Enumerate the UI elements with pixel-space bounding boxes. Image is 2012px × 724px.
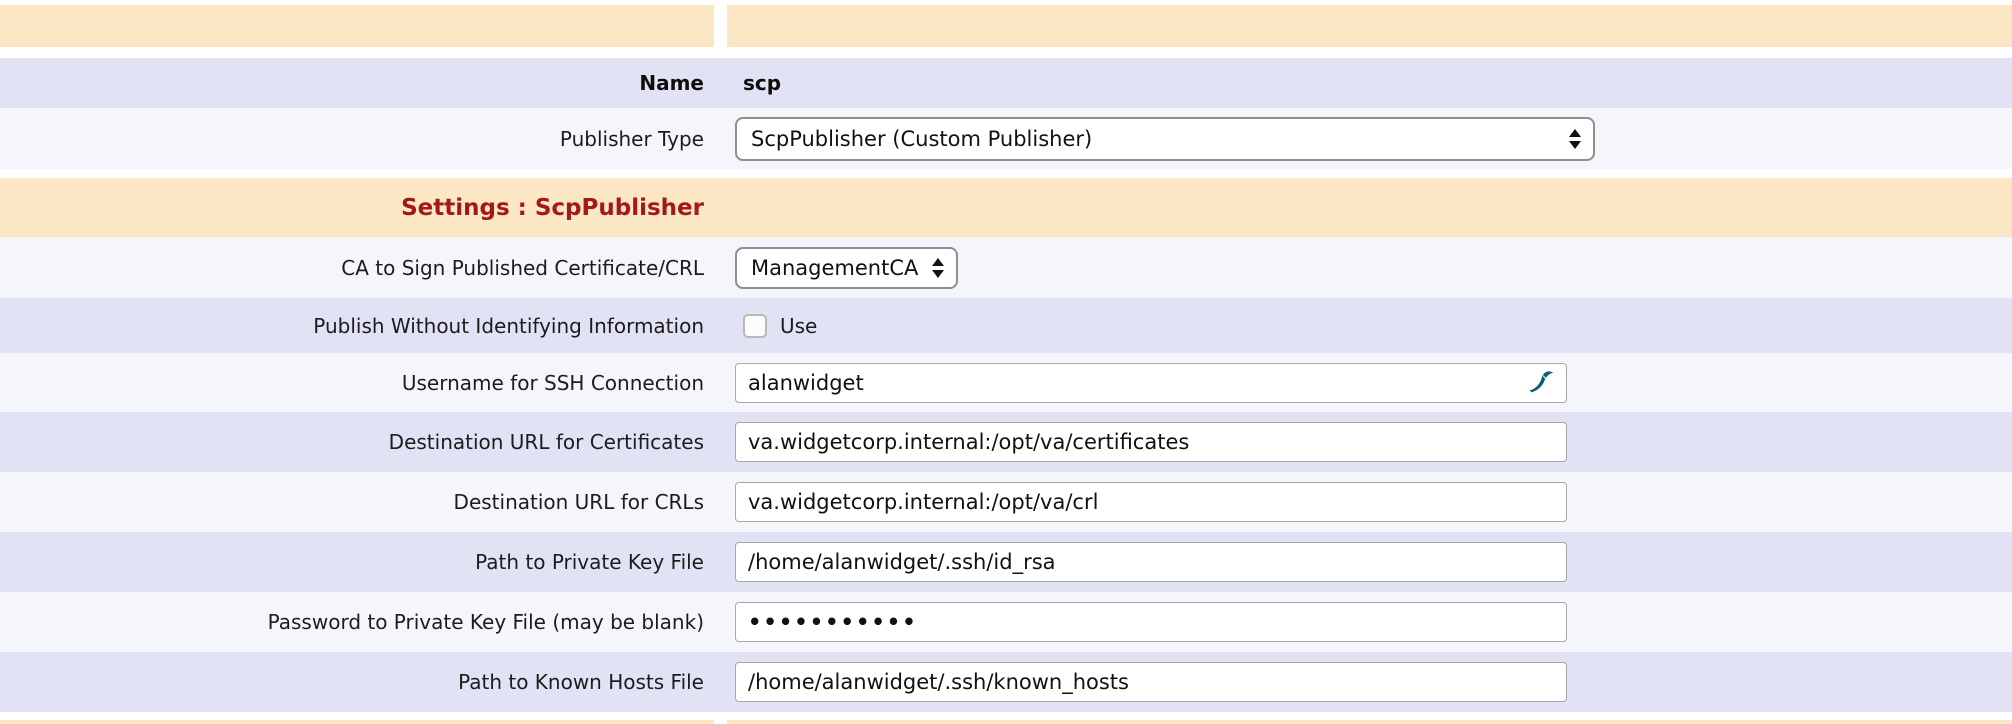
publisher-type-select[interactable]: ScpPublisher (Custom Publisher) bbox=[735, 117, 1595, 161]
crl-url-row: Destination URL for CRLs bbox=[0, 472, 2012, 532]
username-input[interactable] bbox=[735, 363, 1567, 403]
ca-row: CA to Sign Published Certificate/CRL Man… bbox=[0, 237, 2012, 298]
section-band-bottom-right bbox=[727, 720, 2012, 724]
publisher-type-selected-value: ScpPublisher (Custom Publisher) bbox=[751, 127, 1092, 151]
anonymize-label: Publish Without Identifying Information bbox=[313, 314, 704, 338]
private-key-row: Path to Private Key File bbox=[0, 532, 2012, 592]
section-band-top-right bbox=[727, 5, 2012, 47]
up-down-spinner-icon bbox=[932, 258, 944, 278]
private-key-input[interactable] bbox=[735, 542, 1567, 582]
use-checkbox[interactable] bbox=[743, 314, 767, 338]
dashlane-impala-icon[interactable] bbox=[1525, 368, 1555, 398]
known-hosts-input[interactable] bbox=[735, 662, 1567, 702]
column-divider bbox=[714, 108, 727, 169]
section-band-top bbox=[0, 5, 2012, 47]
cert-url-label: Destination URL for Certificates bbox=[389, 430, 704, 454]
column-divider bbox=[714, 592, 727, 652]
publisher-type-row: Publisher Type ScpPublisher (Custom Publ… bbox=[0, 108, 2012, 169]
section-band-top-left bbox=[0, 5, 714, 47]
up-down-spinner-icon bbox=[1569, 129, 1581, 149]
ca-selected-value: ManagementCA bbox=[751, 256, 918, 280]
ca-label: CA to Sign Published Certificate/CRL bbox=[341, 256, 704, 280]
column-divider bbox=[714, 178, 727, 237]
column-divider bbox=[714, 5, 727, 47]
column-divider bbox=[714, 720, 727, 724]
section-gap bbox=[0, 47, 2012, 58]
private-key-label: Path to Private Key File bbox=[475, 550, 704, 574]
settings-header-title: Settings : ScpPublisher bbox=[401, 195, 704, 221]
ca-select[interactable]: ManagementCA bbox=[735, 247, 958, 289]
password-input[interactable] bbox=[735, 602, 1567, 642]
username-row: Username for SSH Connection bbox=[0, 353, 2012, 412]
edit-publisher-page: Name scp Publisher Type ScpPublisher (Cu… bbox=[0, 0, 2012, 724]
column-divider bbox=[714, 652, 727, 712]
settings-header-row: Settings : ScpPublisher bbox=[0, 178, 2012, 237]
column-divider bbox=[714, 472, 727, 532]
password-label: Password to Private Key File (may be bla… bbox=[268, 610, 704, 634]
column-divider bbox=[714, 58, 727, 108]
use-checkbox-label: Use bbox=[780, 314, 817, 338]
crl-url-label: Destination URL for CRLs bbox=[454, 490, 704, 514]
publisher-type-label: Publisher Type bbox=[560, 127, 704, 151]
column-divider bbox=[714, 532, 727, 592]
name-row: Name scp bbox=[0, 58, 2012, 108]
cert-url-row: Destination URL for Certificates bbox=[0, 412, 2012, 472]
known-hosts-row: Path to Known Hosts File bbox=[0, 652, 2012, 712]
column-divider bbox=[714, 237, 727, 298]
name-label: Name bbox=[639, 71, 704, 95]
section-band-bottom bbox=[0, 720, 2012, 724]
crl-url-input[interactable] bbox=[735, 482, 1567, 522]
anonymize-row: Publish Without Identifying Information … bbox=[0, 298, 2012, 353]
name-value: scp bbox=[743, 71, 781, 95]
column-divider bbox=[714, 353, 727, 412]
column-divider bbox=[714, 298, 727, 353]
username-input-wrap bbox=[735, 363, 1567, 403]
column-divider bbox=[714, 412, 727, 472]
cert-url-input[interactable] bbox=[735, 422, 1567, 462]
section-gap bbox=[0, 169, 2012, 178]
username-label: Username for SSH Connection bbox=[402, 371, 704, 395]
known-hosts-label: Path to Known Hosts File bbox=[458, 670, 704, 694]
section-gap bbox=[0, 712, 2012, 720]
section-band-bottom-left bbox=[0, 720, 714, 724]
password-row: Password to Private Key File (may be bla… bbox=[0, 592, 2012, 652]
